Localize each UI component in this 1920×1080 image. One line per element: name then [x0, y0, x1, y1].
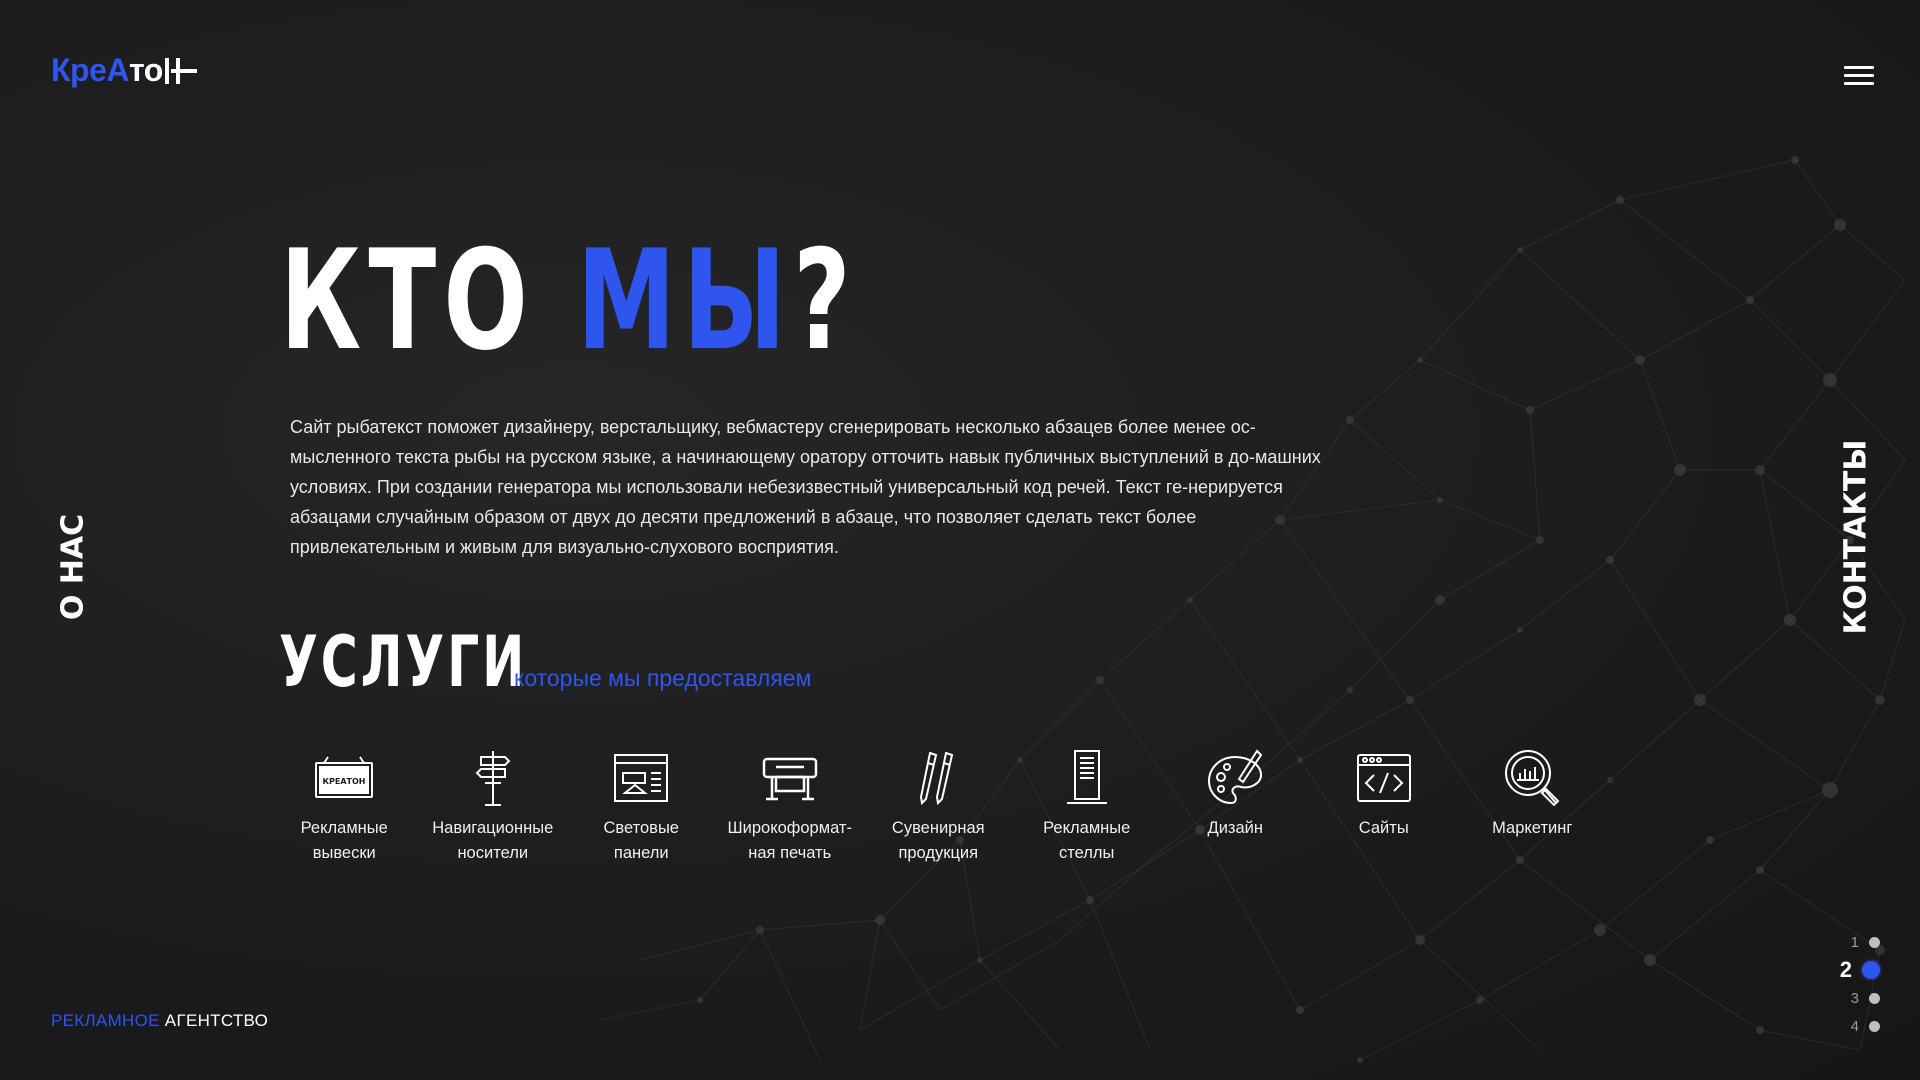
service-steles[interactable]: Рекламные стеллы [1013, 748, 1162, 866]
service-websites[interactable]: Сайты [1310, 748, 1459, 866]
hamburger-menu-icon[interactable] [1844, 66, 1874, 88]
nav-about[interactable]: О НАС [56, 514, 91, 620]
pager-number: 1 [1850, 933, 1859, 951]
title-blue-part: МЫ [576, 220, 794, 381]
service-label: Навигационные носители [432, 819, 554, 862]
logo-plus-icon [170, 57, 197, 84]
logo-part-3: то [128, 52, 163, 88]
service-label: Световые панели [603, 819, 679, 862]
title-end: ? [793, 220, 858, 381]
pager-item-4[interactable]: 4 [1820, 1012, 1880, 1040]
services-title: УСЛУГИ [279, 621, 528, 703]
menu-line [1844, 66, 1874, 69]
service-souvenirs[interactable]: Сувенирная продукция [864, 748, 1013, 866]
service-label: Маркетинг [1492, 819, 1573, 837]
nav-contacts[interactable]: КОНТАКТЫ [1839, 440, 1874, 635]
signboard-icon: КРЕАТОН [311, 748, 377, 808]
brand-logo[interactable]: Кре Ато [51, 52, 197, 89]
services-subtitle: которые мы предоставляем [514, 665, 812, 691]
palette-icon [1202, 748, 1268, 808]
logo-bar [164, 57, 169, 84]
pager-dot [1869, 992, 1880, 1004]
pencils-icon [905, 748, 971, 808]
menu-line [1844, 74, 1874, 77]
service-marketing[interactable]: Маркетинг [1458, 748, 1607, 866]
service-light-panels[interactable]: Световые панели [567, 748, 716, 866]
code-window-icon [1351, 748, 1417, 808]
stele-icon [1054, 748, 1120, 808]
logo-part-2: А [106, 52, 129, 88]
pager-item-1[interactable]: 1 [1820, 928, 1880, 956]
menu-line [1844, 82, 1874, 85]
services-list: КРЕАТОН Рекламные вывески Навигационные … [270, 748, 1607, 866]
plotter-icon [757, 748, 823, 808]
signpost-icon [460, 748, 526, 808]
pager-item-2[interactable]: 2 [1820, 956, 1880, 984]
magnifier-chart-icon [1499, 748, 1565, 808]
service-label: Сайты [1358, 819, 1409, 837]
footer-tag-white: АГЕНТСТВО [159, 1011, 269, 1030]
service-design[interactable]: Дизайн [1161, 748, 1310, 866]
light-panel-icon [608, 748, 674, 808]
footer-tagline: РЕКЛАМНОЕ АГЕНТСТВО [51, 1011, 268, 1031]
title-white-part: КТО [280, 220, 577, 381]
page-title: КТО МЫ? [280, 232, 858, 370]
pager-number: 4 [1850, 1017, 1859, 1035]
pager-dot [1869, 936, 1880, 948]
pager-number: 2 [1839, 957, 1852, 982]
service-label: Сувенирная продукция [891, 819, 985, 862]
service-navigation[interactable]: Навигационные носители [419, 748, 568, 866]
pager-number: 3 [1850, 989, 1859, 1007]
pager-dot [1862, 961, 1880, 979]
service-label: Дизайн [1207, 819, 1263, 837]
sign-text: КРЕАТОН [323, 777, 366, 786]
service-wide-print[interactable]: Широкоформат- ная печать [716, 748, 865, 866]
logo-part-1: Кре [51, 52, 107, 88]
service-signs[interactable]: КРЕАТОН Рекламные вывески [270, 748, 419, 866]
page-pagination: 1 2 3 4 [1820, 928, 1880, 1040]
footer-tag-blue: РЕКЛАМНОЕ [51, 1011, 160, 1030]
service-label: Рекламные стеллы [1043, 819, 1131, 862]
pager-dot [1869, 1020, 1880, 1032]
pager-item-3[interactable]: 3 [1820, 984, 1880, 1012]
service-label: Рекламные вывески [300, 819, 388, 862]
about-paragraph: Сайт рыбатекст поможет дизайнеру, верста… [290, 417, 1321, 557]
service-label: Широкоформат- ная печать [727, 819, 852, 862]
